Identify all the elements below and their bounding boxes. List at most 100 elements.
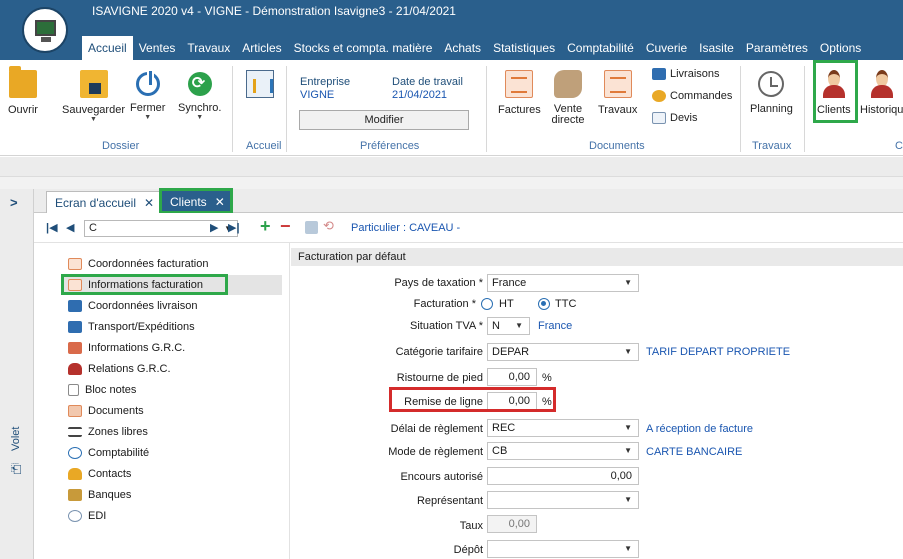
last-record-icon[interactable]: ▶| [228, 221, 240, 234]
nav-item-informations-grc[interactable]: Informations G.R.C. [68, 338, 185, 358]
highlight-remise-ligne [389, 387, 556, 412]
menu-tab-travaux[interactable]: Travaux [181, 36, 236, 60]
form-section-header: Facturation par défaut [291, 248, 903, 266]
nav-item-coordonnees-livraison[interactable]: Coordonnées livraison [68, 296, 197, 316]
next-record-icon[interactable]: ▶ [210, 221, 218, 234]
mode-reglement-select[interactable]: CB ▼ [487, 442, 639, 460]
undo-icon[interactable]: ⟲ [323, 218, 334, 234]
caret-down-icon: ▼ [144, 114, 152, 121]
depot-select[interactable]: ▼ [487, 540, 639, 558]
livraisons-label: Livraisons [670, 68, 720, 80]
menu-tab-statistiques[interactable]: Statistiques [487, 36, 561, 60]
ouvrir-label: Ouvrir [8, 104, 38, 116]
synchro-button[interactable]: Synchro. ▼ [178, 64, 221, 122]
app-logo-icon[interactable] [22, 7, 68, 53]
record-toolbar: |◀ ◀ C ▼ ▶ ▶| + − ⟲ Particulier : CAVEAU… [34, 213, 903, 243]
pays-taxation-select[interactable]: France ▼ [487, 274, 639, 292]
highlight-informations-facturation [61, 274, 228, 295]
ttc-radio[interactable] [538, 298, 550, 310]
pin-icon[interactable]: ⎗ [11, 461, 21, 477]
menu-tab-cuverie[interactable]: Cuverie [640, 36, 693, 60]
nav-item-zones-libres[interactable]: Zones libres [68, 422, 148, 442]
chevron-down-icon: ▼ [624, 544, 632, 553]
nav-item-edi[interactable]: EDI [68, 506, 106, 526]
representant-select[interactable]: ▼ [487, 491, 639, 509]
nav-item-banques[interactable]: Banques [68, 485, 131, 505]
remove-icon[interactable]: − [280, 216, 291, 237]
sauvegarder-button[interactable]: Sauvegarder ▼ [62, 64, 125, 124]
taux-label: Taux [459, 520, 483, 532]
add-icon[interactable]: + [260, 216, 271, 237]
accueil-dashboard-button[interactable] [246, 64, 274, 98]
nav-item-coordonnees-facturation[interactable]: Coordonnées facturation [68, 254, 208, 274]
modifier-button[interactable]: Modifier [299, 110, 469, 130]
menu-tab-ventes[interactable]: Ventes [133, 36, 182, 60]
window-title: ISAVIGNE 2020 v4 - VIGNE - Démonstration… [92, 4, 456, 18]
phone-icon [652, 90, 666, 102]
first-record-icon[interactable]: |◀ [46, 221, 58, 234]
volet-panel[interactable]: > Volet ⎗ [0, 189, 34, 559]
nav-item-transport[interactable]: Transport/Expéditions [68, 317, 195, 337]
date-travail-label: Date de travail [392, 76, 463, 88]
tab-ecran-accueil[interactable]: Ecran d'accueil ✕ [46, 191, 164, 213]
ht-radio[interactable] [481, 298, 493, 310]
historique-button[interactable]: Historiqu [860, 64, 903, 116]
quick-access-strip [0, 157, 903, 177]
devis-button[interactable]: Devis [652, 112, 698, 124]
travaux-doc-label: Travaux [598, 104, 638, 116]
ristourne-pied-input[interactable]: 0,00 [487, 368, 537, 386]
factures-button[interactable]: Factures [498, 64, 541, 116]
menu-tab-isasite[interactable]: Isasite [693, 36, 740, 60]
notepad-icon [68, 384, 79, 396]
list-icon [68, 427, 82, 437]
nav-item-bloc-notes[interactable]: Bloc notes [68, 380, 136, 400]
representant-label: Représentant [416, 495, 483, 507]
commandes-button[interactable]: Commandes [652, 90, 732, 102]
ristourne-percent: % [542, 372, 552, 384]
commandes-label: Commandes [670, 90, 733, 102]
travaux-doc-button[interactable]: Travaux [598, 64, 637, 116]
group-label-travaux: Travaux [752, 140, 792, 152]
vente-directe-button[interactable]: Vente directe [548, 64, 588, 126]
chevron-right-icon[interactable]: > [10, 195, 18, 210]
encours-autorise-input[interactable]: 0,00 [487, 467, 639, 485]
situation-tva-select[interactable]: N ▼ [487, 317, 530, 335]
save-icon[interactable] [305, 221, 318, 234]
categorie-tarifaire-select[interactable]: DEPAR ▼ [487, 343, 639, 361]
categorie-tarifaire-link[interactable]: TARIF DEPART PROPRIETE [646, 346, 790, 358]
nav-item-label: Contacts [88, 468, 132, 480]
highlight-clients-ribbon [813, 60, 858, 123]
menu-tab-articles[interactable]: Articles [236, 36, 287, 60]
livraisons-button[interactable]: Livraisons [652, 68, 720, 80]
delai-reglement-link[interactable]: A réception de facture [646, 423, 753, 435]
menu-tab-achats[interactable]: Achats [438, 36, 487, 60]
ouvrir-button[interactable]: Ouvrir [8, 64, 38, 116]
delai-reglement-value: REC [492, 422, 516, 434]
menu-tab-stocks[interactable]: Stocks et compta. matière [288, 36, 439, 60]
nav-item-relations-grc[interactable]: Relations G.R.C. [68, 359, 171, 379]
menu-tab-parametres[interactable]: Paramètres [740, 36, 814, 60]
history-person-icon [868, 70, 896, 98]
menu-tab-comptabilite[interactable]: Comptabilité [561, 36, 640, 60]
accounting-icon [68, 447, 82, 459]
planning-button[interactable]: Planning [750, 64, 793, 115]
facturation-label: Facturation * [413, 298, 476, 310]
menu-tab-accueil[interactable]: Accueil [82, 36, 133, 60]
fermer-button[interactable]: Fermer ▼ [130, 64, 165, 122]
nav-item-contacts[interactable]: Contacts [68, 464, 131, 484]
previous-record-icon[interactable]: ◀ [66, 221, 74, 234]
close-icon[interactable]: ✕ [144, 196, 154, 210]
situation-tva-link[interactable]: France [538, 320, 572, 332]
nav-item-comptabilite[interactable]: Comptabilité [68, 443, 149, 463]
title-bar: ISAVIGNE 2020 v4 - VIGNE - Démonstration… [0, 0, 903, 60]
categorie-tarifaire-label: Catégorie tarifaire [395, 346, 483, 358]
menu-tab-options[interactable]: Options [814, 36, 867, 60]
delai-reglement-select[interactable]: REC ▼ [487, 419, 639, 437]
chevron-down-icon: ▼ [515, 321, 523, 330]
sync-icon [187, 72, 212, 96]
encours-autorise-label: Encours autorisé [400, 471, 483, 483]
nav-item-documents[interactable]: Documents [68, 401, 144, 421]
mode-reglement-link[interactable]: CARTE BANCAIRE [646, 446, 742, 458]
bank-icon [68, 489, 82, 501]
quote-icon [652, 112, 666, 124]
